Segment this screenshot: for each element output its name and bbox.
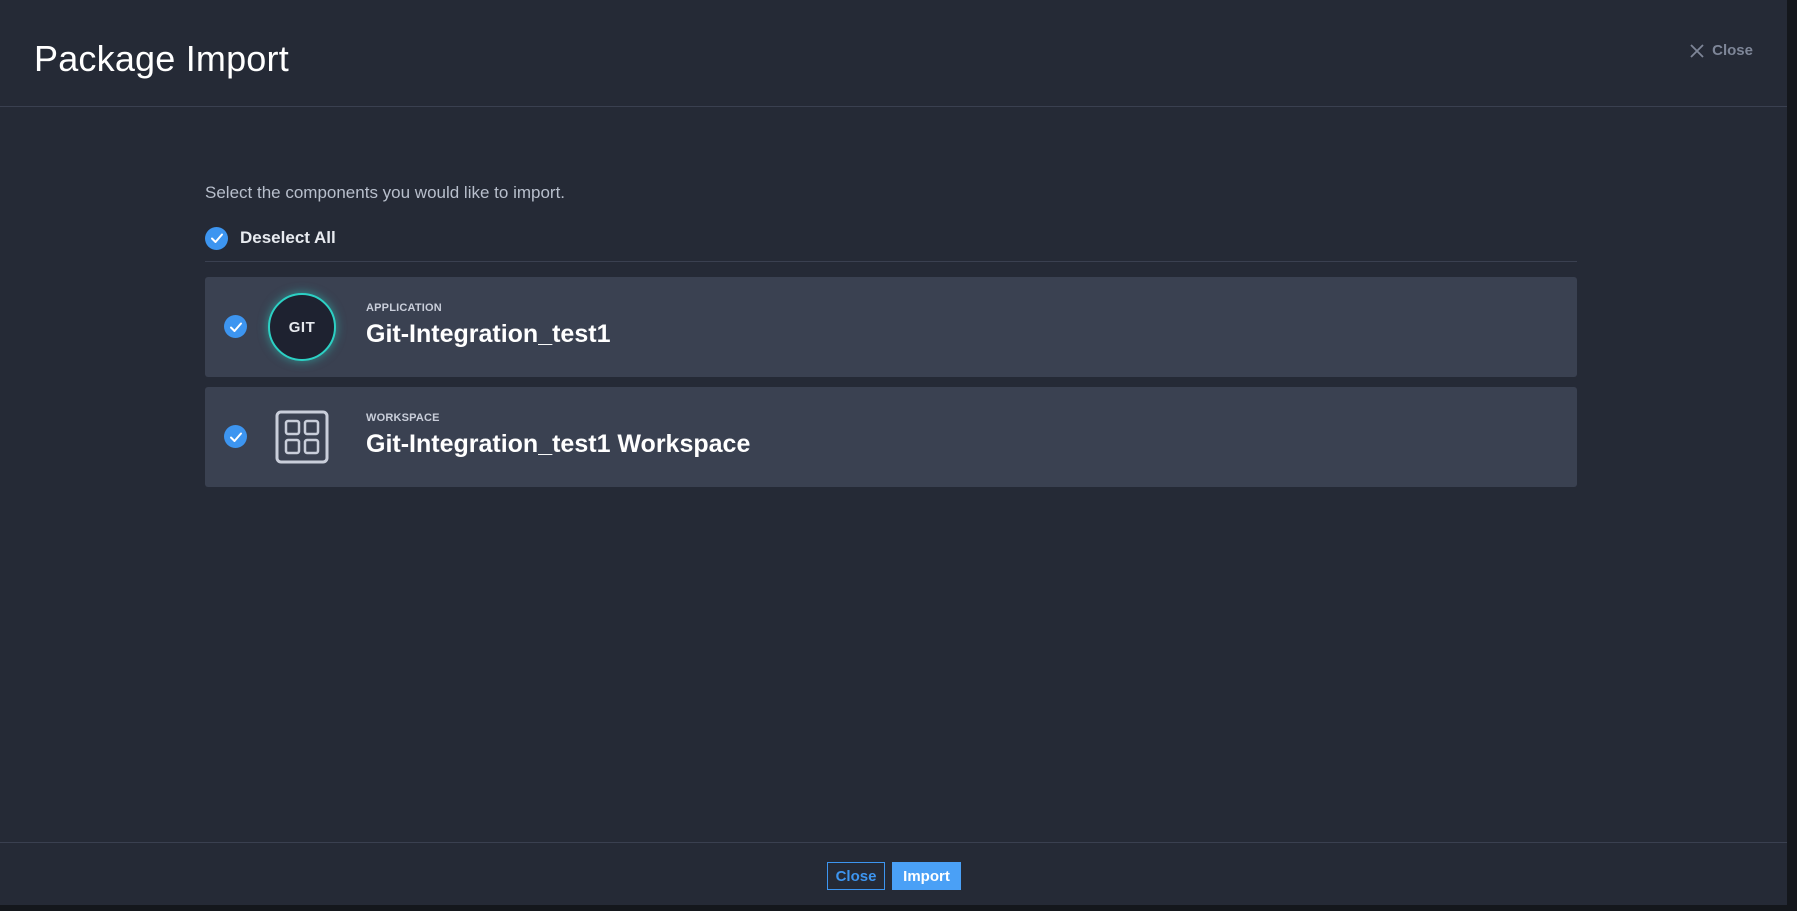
dialog-content: Select the components you would like to …: [205, 183, 1577, 497]
dialog-footer: Close Import: [0, 842, 1787, 905]
component-type: WORKSPACE: [366, 412, 440, 424]
component-list: GIT APPLICATION Git-Integration_test1 WO…: [205, 277, 1577, 487]
component-item-workspace[interactable]: WORKSPACE Git-Integration_test1 Workspac…: [205, 387, 1577, 487]
header-close-button[interactable]: Close: [1690, 42, 1753, 59]
git-badge-text: GIT: [268, 293, 336, 361]
component-type: APPLICATION: [366, 302, 442, 314]
package-import-dialog: Package Import Close Select the componen…: [0, 0, 1787, 905]
component-checkbox[interactable]: [224, 315, 247, 338]
instruction-text: Select the components you would like to …: [205, 183, 566, 202]
component-text: WORKSPACE Git-Integration_test1 Workspac…: [366, 412, 750, 459]
checkmark-icon: [229, 322, 242, 332]
checkmark-icon: [210, 233, 223, 243]
close-button[interactable]: Close: [827, 862, 885, 890]
git-badge-icon: GIT: [268, 293, 336, 361]
component-name: Git-Integration_test1 Workspace: [366, 430, 751, 458]
workspace-grid-icon: [268, 403, 336, 471]
close-icon: [1690, 43, 1704, 58]
select-all-checkbox[interactable]: [205, 226, 228, 250]
select-all-row: Deselect All: [205, 221, 1577, 262]
component-item-application[interactable]: GIT APPLICATION Git-Integration_test1: [205, 277, 1577, 377]
dialog-header: Package Import Close: [0, 0, 1787, 107]
header-close-label: Close: [1712, 42, 1753, 59]
component-checkbox[interactable]: [224, 425, 247, 448]
import-button[interactable]: Import: [892, 862, 961, 890]
component-text: APPLICATION Git-Integration_test1: [366, 302, 610, 349]
dialog-title: Package Import: [34, 38, 289, 79]
checkmark-icon: [229, 432, 242, 442]
deselect-all-label[interactable]: Deselect All: [240, 228, 336, 248]
component-name: Git-Integration_test1: [366, 320, 611, 348]
